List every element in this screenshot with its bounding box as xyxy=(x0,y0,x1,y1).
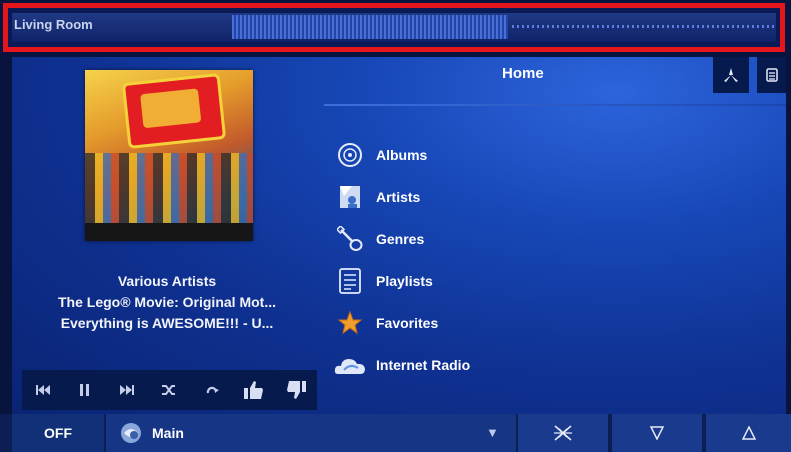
star-icon xyxy=(334,308,366,338)
volume-up-icon xyxy=(741,426,756,440)
power-off-button[interactable]: OFF xyxy=(12,414,104,452)
header-divider xyxy=(324,104,786,106)
album-figures xyxy=(85,153,253,223)
menu-label: Artists xyxy=(376,189,421,205)
room-bar: Living Room xyxy=(12,13,776,42)
menu-item-albums[interactable]: Albums xyxy=(334,139,594,171)
bottom-bar: OFF Main ▼ xyxy=(0,414,791,452)
volume-up-button[interactable] xyxy=(706,414,791,452)
guitar-icon xyxy=(334,224,366,254)
album-logo xyxy=(121,73,227,149)
thumbs-up-icon[interactable] xyxy=(241,377,267,403)
zone-label: Main xyxy=(152,425,184,441)
page-title: Home xyxy=(502,65,544,82)
zone-selector[interactable]: Main ▼ xyxy=(106,414,516,452)
album-bottom-strip xyxy=(85,223,253,241)
chevron-down-icon: ▼ xyxy=(486,425,499,440)
menu-label: Favorites xyxy=(376,315,439,331)
menu-item-favorites[interactable]: Favorites xyxy=(334,307,594,339)
album-title: The Lego® Movie: Original Mot... xyxy=(58,294,276,310)
cloud-icon xyxy=(334,350,366,380)
main-panel: Various Artists The Lego® Movie: Origina… xyxy=(12,57,786,414)
pause-icon[interactable] xyxy=(72,377,98,403)
previous-icon[interactable] xyxy=(30,377,56,403)
disc-icon xyxy=(334,140,366,170)
track-title: Everything is AWESOME!!! - U... xyxy=(60,315,274,331)
volume-meter xyxy=(232,15,508,39)
shuffle-icon[interactable] xyxy=(156,377,182,403)
artist-icon xyxy=(334,182,366,212)
fan-icon xyxy=(724,68,738,82)
list-icon xyxy=(765,68,778,82)
transport-controls xyxy=(22,370,317,410)
playlist-icon xyxy=(334,266,366,296)
next-icon[interactable] xyxy=(114,377,140,403)
mute-button[interactable] xyxy=(518,414,608,452)
menu-label: Albums xyxy=(376,147,428,163)
list-view-button[interactable] xyxy=(757,57,786,93)
menu-label: Internet Radio xyxy=(376,357,471,373)
menu-item-genres[interactable]: Genres xyxy=(334,223,594,255)
thumbs-down-icon[interactable] xyxy=(283,377,309,403)
room-name: Living Room xyxy=(14,17,93,32)
volume-down-icon xyxy=(650,426,664,440)
menu-item-artists[interactable]: Artists xyxy=(334,181,594,213)
volume-meter-track xyxy=(512,25,774,28)
album-art xyxy=(85,70,253,241)
menu-item-internet-radio[interactable]: Internet Radio xyxy=(334,349,594,381)
fan-button[interactable] xyxy=(713,57,749,93)
menu-label: Playlists xyxy=(376,273,433,289)
volume-down-button[interactable] xyxy=(612,414,702,452)
now-playing-bar[interactable]: Living Room xyxy=(3,3,785,52)
zone-icon xyxy=(121,423,141,443)
artist-name: Various Artists xyxy=(117,273,217,289)
mute-icon xyxy=(554,425,572,441)
menu-item-playlists[interactable]: Playlists xyxy=(334,265,594,297)
repeat-icon[interactable] xyxy=(199,377,225,403)
menu-label: Genres xyxy=(376,231,425,247)
